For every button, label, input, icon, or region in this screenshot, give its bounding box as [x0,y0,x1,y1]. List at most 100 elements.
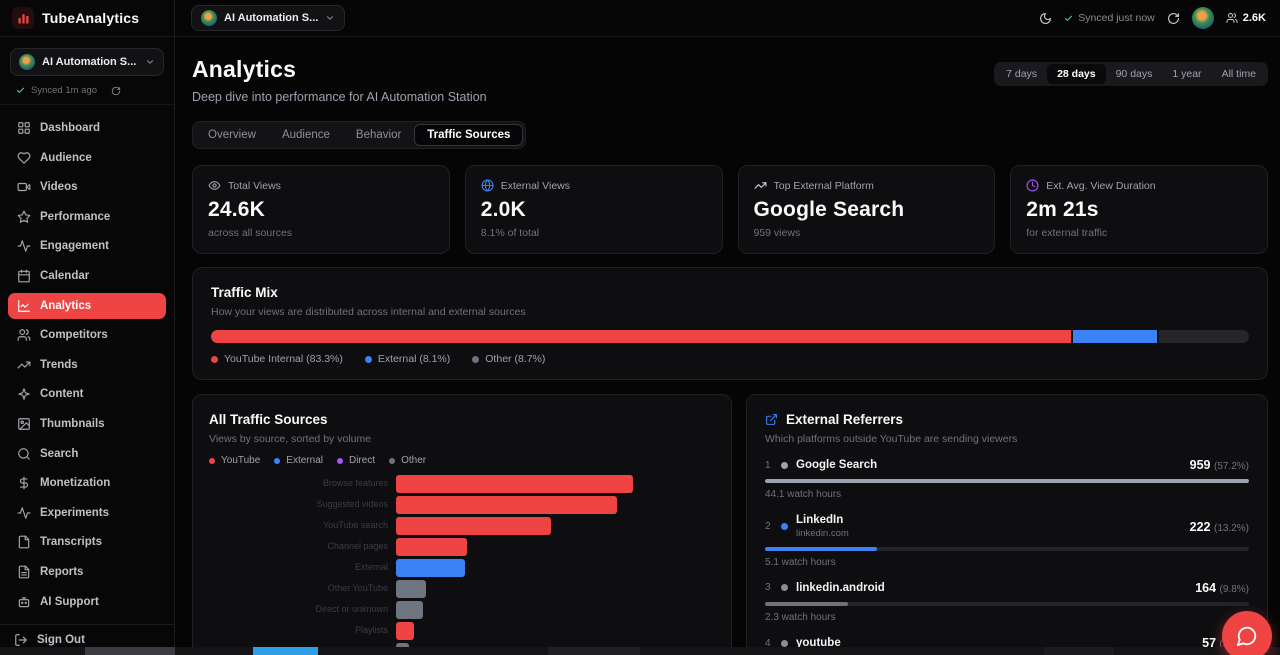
sources-bar-chart: Browse features Suggested videos YouTube s… [209,475,715,655]
search-icon [17,447,31,461]
referrer-rank: 3 [765,582,773,593]
time-range-28-days[interactable]: 28 days [1047,64,1106,84]
source-label: External [209,563,396,572]
trending-icon [754,179,767,192]
source-bar [396,496,617,514]
source-bar-row[interactable]: Other YouTube [209,580,715,598]
referrer-watch-hours: 44.1 watch hours [765,489,1249,500]
sidebar-nav: Dashboard Audience Videos Performance Engage… [0,105,174,624]
sidebar-item-analytics[interactable]: Analytics [8,293,166,319]
referrer-watch-hours: 5.1 watch hours [765,557,1249,568]
source-bar-row[interactable]: Direct or unknown [209,601,715,619]
calendar-icon [17,269,31,283]
referrer-item-linkedin[interactable]: 2LinkedInlinkedin.com222 (13.2%)5.1 watc… [765,513,1249,567]
source-label: YouTube search [209,521,396,530]
source-label: Direct or unknown [209,605,396,614]
referrer-item-google-search[interactable]: 1Google Search959 (57.2%)44.1 watch hour… [765,458,1249,500]
sidebar-channel-selector[interactable]: AI Automation S... [10,48,164,76]
sidebar-item-experiments[interactable]: Experiments [8,500,166,526]
tab-traffic-sources[interactable]: Traffic Sources [414,124,523,146]
source-bar-row[interactable]: Suggested videos [209,496,715,514]
sidebar-item-competitors[interactable]: Competitors [8,322,166,348]
os-taskbar[interactable] [0,647,1280,655]
sidebar-item-transcripts[interactable]: Transcripts [8,529,166,555]
legend-item-other: Other (8.7%) [472,353,545,365]
source-bar-row[interactable]: Playlists [209,622,715,640]
time-range-all-time[interactable]: All time [1212,64,1266,84]
user-avatar[interactable] [1192,7,1214,29]
stat-sub: across all sources [208,227,434,239]
sources-subtitle: Views by source, sorted by volume [209,433,715,445]
clock-icon [1026,179,1039,192]
source-bar-row[interactable]: Channel pages [209,538,715,556]
sidebar-item-dashboard[interactable]: Dashboard [8,115,166,141]
taskbar-segment[interactable] [548,647,640,655]
sign-out-button[interactable]: Sign Out [14,633,160,647]
referrer-bar-fill [765,602,848,606]
time-range-7-days[interactable]: 7 days [996,64,1047,84]
referrer-item-linkedin-android[interactable]: 3linkedin.android164 (9.8%)2.3 watch hou… [765,581,1249,623]
heart-icon [17,151,31,165]
dollar-icon [17,476,31,490]
sidebar-sync-status: Synced 1m ago [0,76,174,105]
taskbar-segment[interactable] [253,647,318,655]
subscriber-count: 2.6K [1226,12,1266,24]
source-bar-row[interactable]: External [209,559,715,577]
sidebar-item-ai-support[interactable]: AI Support [8,589,166,615]
referrer-bar-fill [765,547,877,551]
taskbar-segment[interactable] [85,647,175,655]
analytics-tabs: OverviewAudienceBehaviorTraffic Sources [192,121,526,149]
topbar-sync-status: Synced just now [1064,12,1154,24]
sidebar-item-search[interactable]: Search [8,441,166,467]
chat-support-button[interactable] [1222,611,1272,655]
check-icon [1064,14,1073,23]
stat-label: Ext. Avg. View Duration [1046,180,1155,192]
mix-segment-other [1159,330,1249,343]
taskbar-segment[interactable] [1044,647,1114,655]
stat-value: 2m 21s [1026,198,1252,222]
referrers-list: 1Google Search959 (57.2%)44.1 watch hour… [765,458,1249,655]
referrer-dot [781,523,788,530]
stat-card-ext-avg-view-duration: Ext. Avg. View Duration2m 21sfor externa… [1010,165,1268,254]
all-traffic-sources-card: All Traffic Sources Views by source, sor… [192,394,732,655]
sidebar-item-videos[interactable]: Videos [8,174,166,200]
app-title: TubeAnalytics [42,10,139,26]
sidebar-item-monetization[interactable]: Monetization [8,470,166,496]
sidebar-item-audience[interactable]: Audience [8,145,166,171]
bot-icon [17,595,31,609]
chevron-down-icon [145,57,155,67]
tab-overview[interactable]: Overview [195,124,269,146]
time-range-1-year[interactable]: 1 year [1162,64,1211,84]
chat-bubble-icon [1236,625,1258,647]
stat-label: Total Views [228,180,281,192]
sidebar-item-content[interactable]: Content [8,381,166,407]
refresh-icon[interactable] [1167,12,1180,25]
refresh-icon[interactable] [111,86,121,96]
source-bar [396,601,423,619]
sidebar-item-reports[interactable]: Reports [8,559,166,585]
sidebar-item-thumbnails[interactable]: Thumbnails [8,411,166,437]
sidebar-item-engagement[interactable]: Engagement [8,233,166,259]
users-icon [1226,12,1238,24]
time-range-90-days[interactable]: 90 days [1106,64,1163,84]
source-bar-row[interactable]: Browse features [209,475,715,493]
referrer-bar-track [765,479,1249,483]
tab-audience[interactable]: Audience [269,124,343,146]
tab-behavior[interactable]: Behavior [343,124,414,146]
sync-text: Synced just now [1078,12,1154,24]
page-content: Analytics Deep dive into performance for… [175,37,1280,655]
sidebar-item-performance[interactable]: Performance [8,204,166,230]
sidebar-item-trends[interactable]: Trends [8,352,166,378]
page-title: Analytics [192,56,487,83]
source-bar-row[interactable]: YouTube search [209,517,715,535]
referrer-views: 959 (57.2%) [1190,458,1249,472]
referrer-rank: 1 [765,460,773,471]
referrer-views: 222 (13.2%) [1190,520,1249,534]
sparkles-icon [17,387,31,401]
globe-icon [481,179,494,192]
source-label: Browse features [209,479,396,488]
topbar-channel-selector[interactable]: AI Automation S... [191,5,345,31]
sidebar-item-calendar[interactable]: Calendar [8,263,166,289]
channel-avatar [201,10,217,26]
moon-icon[interactable] [1039,12,1052,25]
